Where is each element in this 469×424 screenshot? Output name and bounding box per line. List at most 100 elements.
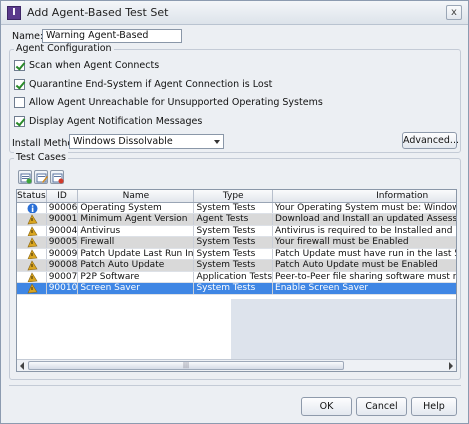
- agent-option-1[interactable]: Quarantine End-System if Agent Connectio…: [14, 79, 272, 90]
- add-test-button[interactable]: [18, 170, 32, 184]
- status-cell: [17, 225, 47, 237]
- status-cell: [17, 259, 47, 272]
- name-cell: Antivirus: [77, 225, 195, 237]
- information-cell: Patch Update must have run in the last 5…: [272, 248, 456, 260]
- warning-icon: [27, 260, 38, 271]
- warning-icon: [27, 225, 38, 236]
- status-cell: [17, 213, 47, 226]
- id-cell: 90005: [46, 236, 79, 249]
- column-header[interactable]: Name: [77, 190, 195, 203]
- table-header: Status ID Name Type Information: [17, 190, 456, 203]
- table-row[interactable]: 90010 Screen Saver System Tests Enable Scre…: [17, 282, 456, 295]
- column-header[interactable]: Status: [17, 190, 47, 203]
- status-cell: [17, 282, 47, 295]
- information-cell: Your firewall must be Enabled: [272, 236, 456, 249]
- checkbox-label: Quarantine End-System if Agent Connectio…: [29, 79, 273, 90]
- name-cell: Patch Auto Update: [77, 259, 195, 272]
- status-cell: [17, 202, 47, 214]
- ok-button[interactable]: OK: [301, 397, 352, 416]
- close-button[interactable]: x: [446, 5, 462, 20]
- information-cell: Peer-to-Peer file sharing software must …: [272, 271, 456, 283]
- name-field[interactable]: Warning Agent-Based: [42, 29, 182, 43]
- app-icon: I: [7, 6, 21, 20]
- warning-icon: [27, 248, 38, 259]
- table-row[interactable]: 90008 Patch Auto Update System Tests Patch …: [17, 259, 456, 272]
- checkbox[interactable]: [14, 60, 25, 71]
- status-cell: [17, 271, 47, 283]
- type-cell: Application Tests: [193, 271, 274, 283]
- name-cell: Minimum Agent Version: [77, 213, 195, 226]
- warning-icon: [27, 237, 38, 248]
- checkbox-label: Allow Agent Unreachable for Unsupported …: [29, 97, 323, 108]
- checkbox-label: Display Agent Notification Messages: [29, 116, 203, 127]
- information-cell: Enable Screen Saver: [272, 282, 456, 295]
- name-cell: P2P Software: [77, 271, 195, 283]
- id-cell: 90001: [46, 213, 79, 226]
- agent-option-0[interactable]: Scan when Agent Connects: [14, 60, 159, 71]
- checkbox[interactable]: [14, 97, 25, 108]
- type-cell: System Tests: [193, 248, 274, 260]
- test-cases-table: Status ID Name Type Information 90006 Operati…: [16, 189, 457, 372]
- scroll-left-icon[interactable]: [20, 362, 24, 370]
- agent-option-2[interactable]: Allow Agent Unreachable for Unsupported …: [14, 97, 323, 108]
- remove-test-button[interactable]: [50, 170, 64, 184]
- install-method-value: Windows Dissolvable: [73, 136, 173, 147]
- table-empty-area: [231, 299, 456, 360]
- agent-configuration-title: Agent Configuration: [14, 43, 114, 54]
- column-header[interactable]: ID: [46, 190, 79, 203]
- information-cell: Download and Install an updated Assessme…: [272, 213, 456, 226]
- warning-icon: [27, 283, 38, 294]
- agent-option-3[interactable]: Display Agent Notification Messages: [14, 116, 202, 127]
- footer-divider: [9, 385, 461, 386]
- edit-test-button[interactable]: [34, 170, 48, 184]
- name-cell: Screen Saver: [77, 282, 195, 295]
- warning-icon: [27, 214, 38, 225]
- test-cases-grid: Status ID Name Type Information 90006 Operati…: [17, 190, 456, 295]
- checkbox[interactable]: [14, 116, 25, 127]
- id-cell: 90004: [46, 225, 79, 237]
- test-cases-title: Test Cases: [14, 152, 68, 163]
- chevron-down-icon: [214, 140, 220, 144]
- table-row[interactable]: 90004 Antivirus System Tests Antivirus is r…: [17, 225, 456, 237]
- type-cell: System Tests: [193, 225, 274, 237]
- name-cell: Operating System: [77, 202, 195, 214]
- id-cell: 90007: [46, 271, 79, 283]
- title-bar[interactable]: I Add Agent-Based Test Set x: [1, 1, 468, 25]
- id-cell: 90008: [46, 259, 79, 272]
- name-cell: Firewall: [77, 236, 195, 249]
- advanced-button[interactable]: Advanced...: [402, 132, 459, 149]
- column-header[interactable]: Type: [193, 190, 274, 203]
- add-icon: [20, 173, 32, 184]
- window-title: Add Agent-Based Test Set: [27, 6, 169, 19]
- name-label: Name:: [12, 31, 44, 42]
- type-cell: System Tests: [193, 202, 274, 214]
- add-agent-based-test-set-dialog: I Add Agent-Based Test Set x Name: Warni…: [0, 0, 469, 424]
- type-cell: System Tests: [193, 259, 274, 272]
- type-cell: Agent Tests: [193, 213, 274, 226]
- edit-icon: [36, 173, 48, 183]
- install-method-select[interactable]: Windows Dissolvable: [69, 134, 224, 149]
- id-cell: 90009: [46, 248, 79, 260]
- scroll-right-icon[interactable]: [449, 362, 453, 370]
- information-cell: Your Operating System must be: Windows A…: [272, 202, 456, 214]
- id-cell: 90010: [46, 282, 79, 295]
- table-row[interactable]: 90001 Minimum Agent Version Agent Tests Dow…: [17, 213, 456, 226]
- id-cell: 90006: [46, 202, 79, 214]
- table-row[interactable]: 90007 P2P Software Application Tests Peer-t…: [17, 271, 456, 283]
- name-cell: Patch Update Last Run In: [77, 248, 195, 260]
- information-cell: Patch Auto Update must be Enabled: [272, 259, 456, 272]
- checkbox[interactable]: [14, 79, 25, 90]
- information-cell: Antivirus is required to be Installed an…: [272, 225, 456, 237]
- table-row[interactable]: 90005 Firewall System Tests Your firewall m…: [17, 236, 456, 249]
- type-cell: System Tests: [193, 282, 274, 295]
- table-row[interactable]: 90006 Operating System System Tests Your Op…: [17, 202, 456, 214]
- checkbox-label: Scan when Agent Connects: [29, 60, 160, 71]
- status-cell: [17, 248, 47, 260]
- cancel-button[interactable]: Cancel: [356, 397, 407, 416]
- scrollbar-thumb[interactable]: |||: [28, 361, 344, 370]
- column-header[interactable]: Information: [272, 190, 456, 203]
- table-row[interactable]: 90009 Patch Update Last Run In System Test…: [17, 248, 456, 260]
- info-icon: [27, 203, 38, 213]
- help-button[interactable]: Help: [411, 397, 457, 416]
- horizontal-scrollbar[interactable]: |||: [17, 359, 456, 371]
